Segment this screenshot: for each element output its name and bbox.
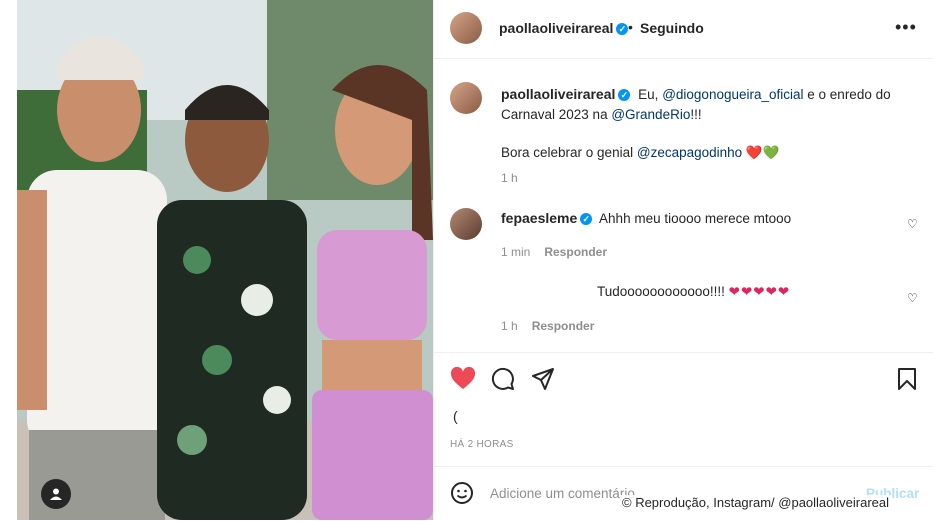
emoji-icon[interactable] — [450, 481, 474, 505]
caption-time[interactable]: 1 h — [501, 171, 518, 185]
comment-text: Tudoooooooooooo!!!! — [597, 284, 725, 299]
comment-hearts: ❤❤❤❤❤ — [728, 284, 791, 299]
mention-link[interactable]: @GrandeRio — [611, 107, 690, 122]
post-photo[interactable] — [17, 0, 433, 520]
caption-emojis: ❤️💚 — [745, 145, 780, 160]
likes-indicator[interactable]: ( — [453, 408, 458, 424]
caption-text: Bora celebrar o genial — [501, 145, 634, 160]
post-side-panel: paollaoliveirareal ✓ • Seguindo ••• paoll… — [433, 0, 934, 520]
comment-like-heart-icon[interactable]: ♡ — [907, 291, 918, 305]
post-time-ago[interactable]: HÁ 2 HORAS — [450, 439, 514, 450]
share-icon[interactable] — [531, 367, 555, 391]
comments-section: paollaoliveirareal ✓ Eu, @diogonogueira_o… — [434, 58, 934, 352]
comment-time[interactable]: 1 h — [501, 319, 518, 333]
post-actions-bar: ( HÁ 2 HORAS — [434, 352, 934, 467]
caption-line-2: Bora celebrar o genial @zecapagodinho ❤️… — [501, 143, 901, 163]
comment-reply-item: Tudoooooooooooo!!!! ❤❤❤❤❤ — [597, 284, 790, 300]
verified-badge-icon: ✓ — [580, 213, 593, 226]
commenter-avatar[interactable] — [450, 208, 482, 240]
comment-text: Ahhh meu tioooo merece mtooo — [599, 211, 792, 226]
comment-item: fepaesleme ✓ Ahhh meu tioooo merece mtooo — [501, 210, 791, 226]
add-comment-bar: Adicione um comentário... Publicar — [434, 466, 934, 521]
comment-time[interactable]: 1 min — [501, 245, 530, 259]
heart-filled-icon[interactable] — [450, 367, 476, 391]
instagram-post-window: paollaoliveirareal ✓ • Seguindo ••• paoll… — [0, 0, 950, 520]
post-caption: paollaoliveirareal ✓ Eu, @diogonogueira_o… — [501, 84, 901, 163]
header-separator: • — [628, 19, 633, 35]
caption-meta: 1 h — [501, 171, 518, 185]
user-silhouette-icon — [50, 488, 62, 500]
author-username[interactable]: paollaoliveirareal ✓ — [499, 20, 629, 36]
comment-icon[interactable] — [491, 367, 515, 391]
author-avatar[interactable] — [450, 12, 482, 44]
post-header: paollaoliveirareal ✓ • Seguindo ••• — [434, 0, 934, 59]
reply-button[interactable]: Responder — [544, 245, 607, 259]
image-credit: © Reprodução, Instagram/ @paollaoliveira… — [620, 495, 892, 510]
reply-button[interactable]: Responder — [532, 319, 595, 333]
verified-badge-icon: ✓ — [618, 89, 631, 102]
mention-link[interactable]: @diogonogueira_oficial — [662, 87, 803, 102]
page-margin — [933, 0, 950, 520]
more-horizontal-icon[interactable]: ••• — [895, 17, 917, 38]
caption-text: Eu, — [638, 87, 659, 102]
commenter-username-text[interactable]: fepaesleme — [501, 210, 577, 226]
photo-illustration — [17, 0, 433, 520]
verified-badge-icon: ✓ — [616, 23, 629, 36]
mention-link[interactable]: @zecapagodinho — [637, 145, 742, 160]
caption-text: !!! — [690, 107, 702, 122]
comment-meta: 1 min Responder — [501, 245, 607, 259]
comment-like-heart-icon[interactable]: ♡ — [907, 217, 918, 231]
caption-username-text[interactable]: paollaoliveirareal — [501, 86, 615, 102]
author-username-text[interactable]: paollaoliveirareal — [499, 20, 613, 36]
comment-meta: 1 h Responder — [501, 319, 594, 333]
caption-author-avatar[interactable] — [450, 82, 482, 114]
following-button[interactable]: Seguindo — [640, 20, 704, 36]
tagged-user-icon[interactable] — [41, 479, 71, 509]
caption-username[interactable]: paollaoliveirareal ✓ — [501, 86, 631, 102]
commenter-username[interactable]: fepaesleme ✓ — [501, 210, 593, 226]
bookmark-icon[interactable] — [897, 367, 917, 391]
